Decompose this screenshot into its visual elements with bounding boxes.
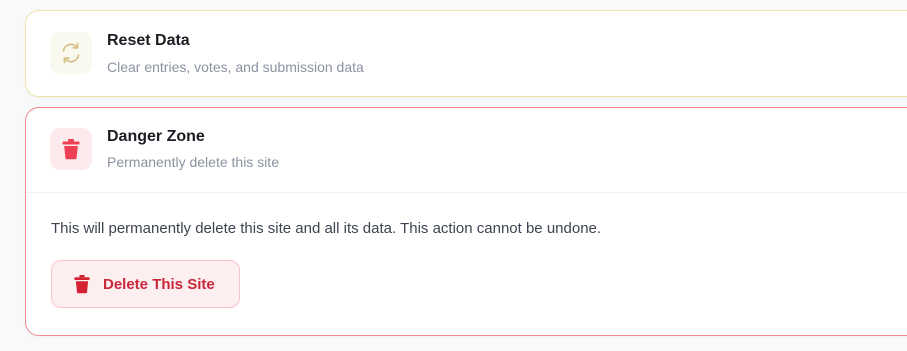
delete-site-button-label: Delete This Site bbox=[103, 275, 215, 293]
reset-data-card[interactable]: Reset Data Clear entries, votes, and sub… bbox=[25, 10, 907, 97]
divider bbox=[26, 192, 907, 193]
reset-icon-container bbox=[50, 32, 92, 74]
danger-icon-container bbox=[50, 128, 92, 170]
delete-site-button[interactable]: Delete This Site bbox=[51, 260, 240, 308]
trash-icon bbox=[62, 139, 80, 160]
reset-data-title: Reset Data bbox=[107, 32, 190, 49]
trash-icon bbox=[74, 275, 90, 294]
danger-zone-subtitle: Permanently delete this site bbox=[107, 154, 279, 170]
reset-data-subtitle: Clear entries, votes, and submission dat… bbox=[107, 59, 364, 75]
delete-warning-text: This will permanently delete this site a… bbox=[51, 220, 602, 237]
refresh-icon bbox=[62, 42, 80, 64]
danger-zone-title: Danger Zone bbox=[107, 128, 205, 145]
reset-data-header[interactable]: Reset Data Clear entries, votes, and sub… bbox=[26, 11, 907, 95]
danger-zone-card: Danger Zone Permanently delete this site… bbox=[25, 107, 907, 336]
danger-zone-header: Danger Zone Permanently delete this site bbox=[26, 108, 907, 192]
